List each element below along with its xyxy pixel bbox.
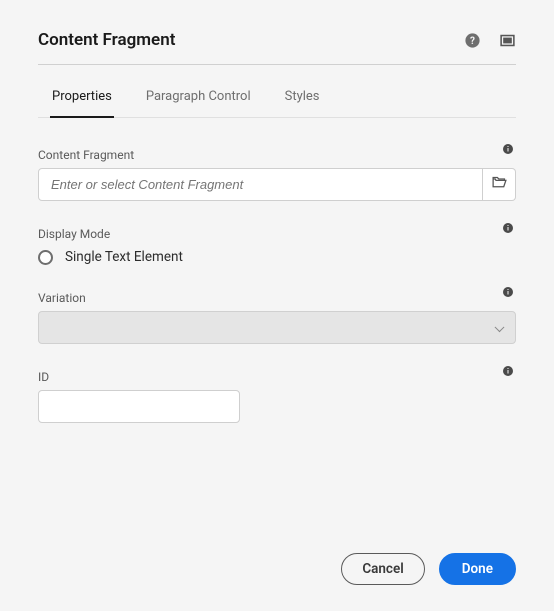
id-input[interactable] bbox=[38, 390, 240, 423]
dialog-header: Content Fragment ? bbox=[38, 30, 516, 50]
header-actions: ? bbox=[464, 32, 516, 49]
field-id: ID bbox=[38, 362, 516, 423]
tabs: Properties Paragraph Control Styles bbox=[38, 79, 516, 118]
info-icon[interactable] bbox=[502, 219, 516, 233]
help-icon[interactable]: ? bbox=[464, 32, 481, 49]
tab-properties[interactable]: Properties bbox=[50, 79, 114, 118]
field-display-mode: Display Mode Single Text Element bbox=[38, 219, 516, 265]
tab-paragraph-control[interactable]: Paragraph Control bbox=[144, 79, 253, 118]
id-label: ID bbox=[38, 370, 49, 384]
done-button[interactable]: Done bbox=[439, 553, 516, 585]
path-picker-button[interactable] bbox=[483, 168, 516, 201]
field-content-fragment: Content Fragment bbox=[38, 140, 516, 201]
content-fragment-label: Content Fragment bbox=[38, 148, 134, 162]
svg-text:?: ? bbox=[470, 36, 475, 47]
header-divider bbox=[38, 64, 516, 65]
info-icon[interactable] bbox=[502, 283, 516, 297]
folder-open-icon bbox=[491, 174, 508, 195]
fullscreen-icon[interactable] bbox=[499, 32, 516, 49]
variation-select[interactable] bbox=[38, 311, 516, 344]
display-mode-option[interactable]: Single Text Element bbox=[38, 249, 516, 265]
display-mode-label: Display Mode bbox=[38, 227, 110, 241]
content-fragment-input[interactable] bbox=[38, 168, 483, 201]
cancel-button[interactable]: Cancel bbox=[341, 553, 424, 585]
info-icon[interactable] bbox=[502, 362, 516, 376]
radio-single-text-element[interactable] bbox=[38, 250, 53, 265]
info-icon[interactable] bbox=[502, 140, 516, 154]
field-variation: Variation bbox=[38, 283, 516, 344]
dialog-title: Content Fragment bbox=[38, 30, 175, 50]
dialog-footer: Cancel Done bbox=[341, 553, 516, 585]
tab-styles[interactable]: Styles bbox=[283, 79, 322, 118]
radio-label: Single Text Element bbox=[65, 249, 183, 265]
variation-label: Variation bbox=[38, 291, 86, 305]
